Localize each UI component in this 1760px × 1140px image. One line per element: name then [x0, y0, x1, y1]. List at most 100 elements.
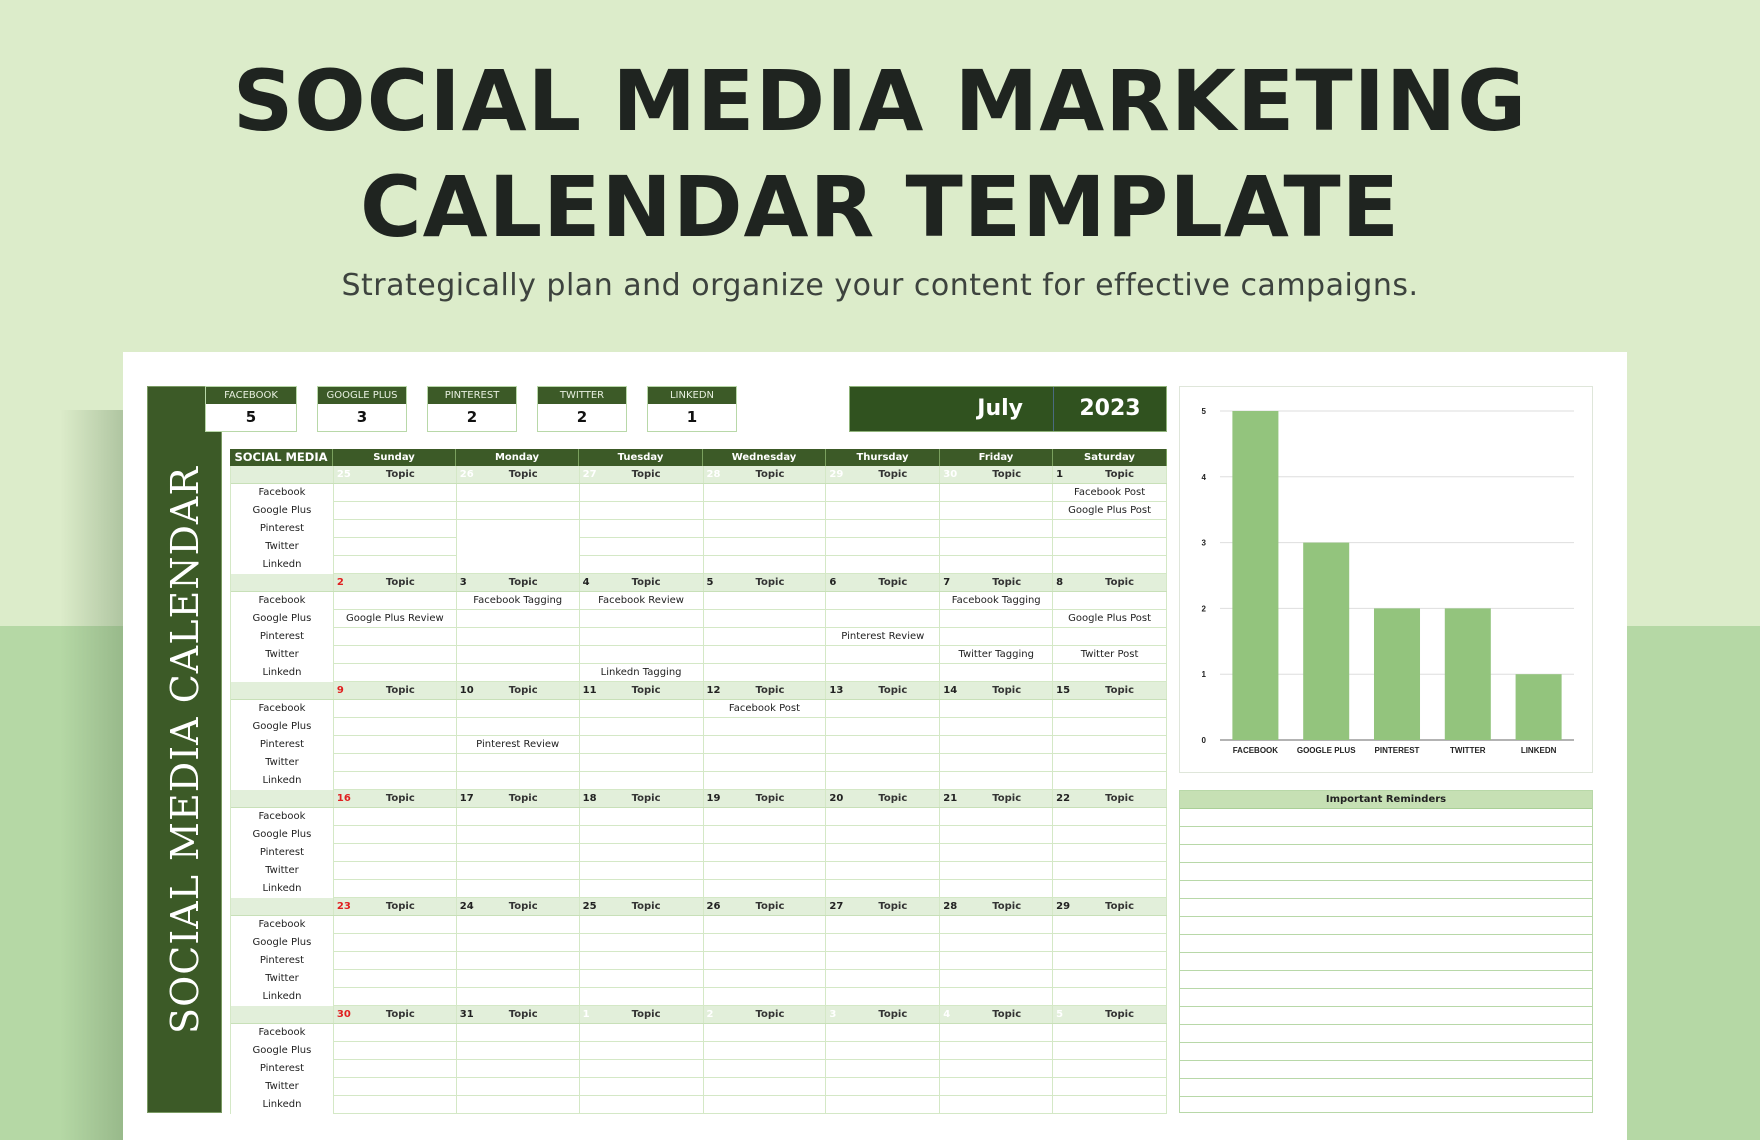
- entry-cell[interactable]: [703, 538, 827, 556]
- entry-cell[interactable]: [1053, 772, 1168, 790]
- entry-cell[interactable]: [1053, 736, 1168, 754]
- entry-cell[interactable]: [940, 502, 1054, 520]
- entry-cell[interactable]: Pinterest Review: [456, 736, 580, 754]
- entry-cell[interactable]: [940, 844, 1054, 862]
- reminder-line[interactable]: [1180, 917, 1592, 935]
- entry-cell[interactable]: [826, 772, 941, 790]
- entry-cell[interactable]: [1053, 538, 1168, 556]
- entry-cell[interactable]: [940, 826, 1054, 844]
- entry-cell[interactable]: [940, 556, 1054, 574]
- entry-cell[interactable]: [826, 970, 941, 988]
- entry-cell[interactable]: [457, 538, 580, 556]
- entry-cell[interactable]: [940, 484, 1054, 502]
- entry-cell[interactable]: [1053, 934, 1168, 952]
- entry-cell[interactable]: [456, 1024, 580, 1042]
- entry-cell[interactable]: [703, 556, 827, 574]
- entry-cell[interactable]: [826, 592, 941, 610]
- entry-cell[interactable]: [579, 844, 704, 862]
- entry-cell[interactable]: Facebook Tagging: [940, 592, 1054, 610]
- entry-cell[interactable]: [940, 772, 1054, 790]
- entry-cell[interactable]: [456, 610, 580, 628]
- entry-cell[interactable]: [703, 970, 827, 988]
- entry-cell[interactable]: [940, 880, 1054, 898]
- entry-cell[interactable]: [1053, 844, 1168, 862]
- entry-cell[interactable]: [703, 592, 827, 610]
- entry-cell[interactable]: [940, 664, 1054, 682]
- entry-cell[interactable]: [703, 1060, 827, 1078]
- entry-cell[interactable]: [826, 700, 941, 718]
- entry-cell[interactable]: [826, 1096, 941, 1114]
- entry-cell[interactable]: [940, 700, 1054, 718]
- entry-cell[interactable]: Facebook Tagging: [456, 592, 580, 610]
- entry-cell[interactable]: [333, 646, 457, 664]
- entry-cell[interactable]: [456, 808, 580, 826]
- entry-cell[interactable]: [826, 736, 941, 754]
- entry-cell[interactable]: [940, 916, 1054, 934]
- reminder-line[interactable]: [1180, 899, 1592, 917]
- entry-cell[interactable]: [579, 1042, 704, 1060]
- entry-cell[interactable]: [333, 556, 457, 574]
- reminder-line[interactable]: [1180, 1043, 1592, 1061]
- entry-cell[interactable]: [703, 628, 827, 646]
- entry-cell[interactable]: [333, 1096, 457, 1114]
- entry-cell[interactable]: [579, 754, 704, 772]
- entry-cell[interactable]: [703, 826, 827, 844]
- entry-cell[interactable]: [703, 808, 827, 826]
- entry-cell[interactable]: [940, 718, 1054, 736]
- entry-cell[interactable]: Twitter Post: [1053, 646, 1168, 664]
- entry-cell[interactable]: [456, 1060, 580, 1078]
- entry-cell[interactable]: [1053, 754, 1168, 772]
- entry-cell[interactable]: [579, 826, 704, 844]
- entry-cell[interactable]: [826, 1078, 941, 1096]
- entry-cell[interactable]: [456, 484, 580, 502]
- entry-cell[interactable]: [703, 646, 827, 664]
- entry-cell[interactable]: [703, 754, 827, 772]
- entry-cell[interactable]: [703, 610, 827, 628]
- entry-cell[interactable]: [703, 502, 827, 520]
- entry-cell[interactable]: [703, 718, 827, 736]
- entry-cell[interactable]: [456, 664, 580, 682]
- entry-cell[interactable]: [579, 520, 704, 538]
- entry-cell[interactable]: [333, 1078, 457, 1096]
- entry-cell[interactable]: [703, 1078, 827, 1096]
- entry-cell[interactable]: [579, 916, 704, 934]
- entry-cell[interactable]: [579, 1024, 704, 1042]
- entry-cell[interactable]: Pinterest Review: [826, 628, 941, 646]
- entry-cell[interactable]: [940, 1060, 1054, 1078]
- entry-cell[interactable]: [333, 880, 457, 898]
- entry-cell[interactable]: [940, 1078, 1054, 1096]
- entry-cell[interactable]: [1053, 970, 1168, 988]
- reminder-line[interactable]: [1180, 863, 1592, 881]
- entry-cell[interactable]: [940, 736, 1054, 754]
- entry-cell[interactable]: [703, 844, 827, 862]
- entry-cell[interactable]: [333, 952, 457, 970]
- entry-cell[interactable]: [826, 934, 941, 952]
- entry-cell[interactable]: [1053, 700, 1168, 718]
- entry-cell[interactable]: [456, 556, 580, 574]
- entry-cell[interactable]: Facebook Review: [579, 592, 704, 610]
- entry-cell[interactable]: [333, 916, 457, 934]
- entry-cell[interactable]: [703, 862, 827, 880]
- entry-cell[interactable]: [940, 808, 1054, 826]
- entry-cell[interactable]: [456, 916, 580, 934]
- entry-cell[interactable]: [1053, 592, 1168, 610]
- entry-cell[interactable]: [579, 484, 704, 502]
- entry-cell[interactable]: [456, 844, 580, 862]
- entry-cell[interactable]: Facebook Post: [1053, 484, 1168, 502]
- entry-cell[interactable]: [1053, 952, 1168, 970]
- entry-cell[interactable]: [579, 970, 704, 988]
- reminder-line[interactable]: [1180, 971, 1592, 989]
- entry-cell[interactable]: Linkedn Tagging: [579, 664, 704, 682]
- entry-cell[interactable]: [940, 628, 1054, 646]
- reminder-line[interactable]: [1180, 1007, 1592, 1025]
- entry-cell[interactable]: [826, 610, 941, 628]
- entry-cell[interactable]: [940, 1042, 1054, 1060]
- entry-cell[interactable]: [940, 970, 1054, 988]
- entry-cell[interactable]: [826, 556, 941, 574]
- entry-cell[interactable]: [703, 934, 827, 952]
- entry-cell[interactable]: [579, 952, 704, 970]
- entry-cell[interactable]: [456, 628, 580, 646]
- entry-cell[interactable]: [1053, 1024, 1168, 1042]
- entry-cell[interactable]: [1053, 1060, 1168, 1078]
- entry-cell[interactable]: [333, 970, 457, 988]
